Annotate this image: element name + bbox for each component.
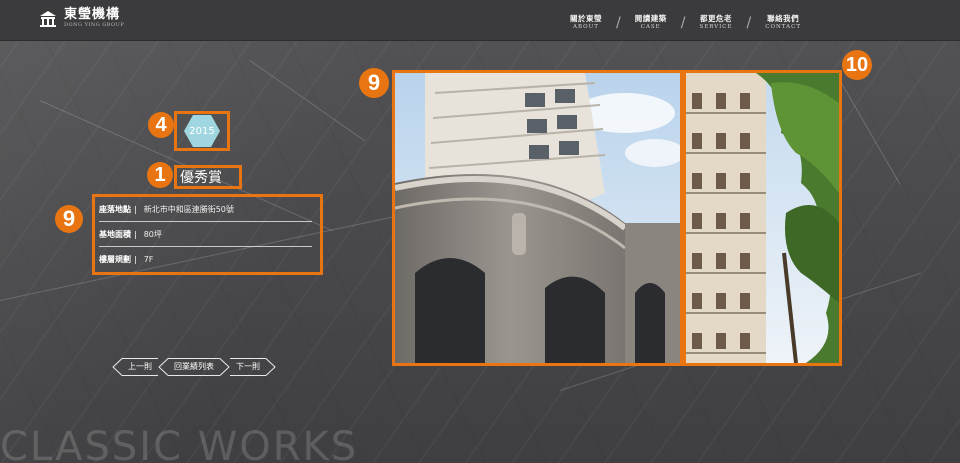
annotation-badge-photo-side: 10: [842, 50, 872, 80]
info-label: 基地面積: [99, 229, 131, 239]
building-tree-image: [686, 73, 839, 363]
next-button[interactable]: 下一則: [230, 358, 266, 376]
nav-label-en: CASE: [640, 24, 661, 30]
nav-label-en: CONTACT: [765, 24, 802, 30]
building-facade-image: [395, 73, 680, 363]
logo-name: 東瑩機構: [64, 7, 121, 22]
prev-button[interactable]: 上一則: [122, 358, 158, 376]
info-row-location: 座落地點 | 新北市中和區連勝街50號: [99, 197, 312, 222]
nav-separator: /: [616, 15, 621, 31]
nav-item-about[interactable]: 關於東瑩 ABOUT: [570, 14, 602, 32]
year-hexagon: 2015: [184, 115, 220, 147]
marble-vein: [839, 80, 901, 185]
main-nav: 關於東瑩 ABOUT / 閱讀建築 CASE / 都更危老 SERVICE / …: [570, 14, 801, 32]
classic-works-watermark: CLASSIC WORKS: [0, 424, 359, 463]
nav-label-cn: 都更危老: [699, 14, 732, 23]
building-photo-side[interactable]: [683, 70, 842, 366]
nav-label-cn: 關於東瑩: [570, 14, 602, 23]
nav-item-service[interactable]: 都更危老 SERVICE: [699, 14, 732, 32]
info-row-floors: 樓層規劃 | 7F: [99, 247, 312, 272]
annotation-badge-title: 1: [147, 162, 173, 188]
info-separator: |: [134, 255, 137, 264]
info-separator: |: [134, 204, 137, 214]
title-highlight: 優秀賞: [174, 165, 242, 189]
annotation-badge-photo-main: 9: [359, 68, 389, 98]
chevron-left-icon[interactable]: [112, 358, 122, 376]
nav-label-en: SERVICE: [699, 24, 733, 30]
nav-separator: /: [746, 15, 752, 31]
info-row-area: 基地面積 | 80坪: [99, 222, 312, 247]
back-to-list-button[interactable]: 回業績列表: [168, 358, 220, 376]
site-header: 東瑩機構 DONG YING GROUP 關於東瑩 ABOUT / 閱讀建築 C…: [0, 0, 960, 41]
project-title: 優秀賞: [180, 170, 222, 186]
info-value: 80坪: [143, 229, 162, 239]
marble-vein: [249, 60, 365, 142]
nav-label-en: ABOUT: [573, 24, 599, 30]
chevron-left-icon: [158, 358, 168, 376]
chevron-right-icon[interactable]: [266, 358, 276, 376]
chevron-right-icon: [220, 358, 230, 376]
project-info-table: 座落地點 | 新北市中和區連勝街50號 基地面積 | 80坪 樓層規劃 | 7F: [92, 194, 323, 275]
nav-separator: /: [680, 15, 686, 31]
annotation-badge-year: 4: [148, 112, 174, 138]
project-year: 2015: [189, 125, 215, 137]
info-label: 座落地點: [99, 204, 131, 214]
site-logo[interactable]: 東瑩機構 DONG YING GROUP: [38, 8, 124, 29]
nav-item-contact[interactable]: 聯絡我們 CONTACT: [765, 14, 801, 32]
nav-label-cn: 聯絡我們: [767, 14, 800, 23]
info-value: 新北市中和區連勝街50號: [143, 204, 234, 214]
info-separator: |: [134, 229, 137, 239]
info-value: 7F: [143, 255, 154, 264]
info-label: 樓層規劃: [99, 255, 131, 264]
nav-item-case[interactable]: 閱讀建築 CASE: [635, 14, 667, 32]
building-photo-main[interactable]: [392, 70, 683, 366]
annotation-badge-info: 9: [55, 205, 83, 233]
nav-label-cn: 閱讀建築: [634, 14, 667, 23]
pager: 上一則 回業績列表 下一則: [112, 358, 276, 376]
logo-subtitle: DONG YING GROUP: [64, 22, 125, 28]
building-logo-icon: [40, 10, 56, 27]
year-highlight: 2015: [174, 111, 230, 151]
